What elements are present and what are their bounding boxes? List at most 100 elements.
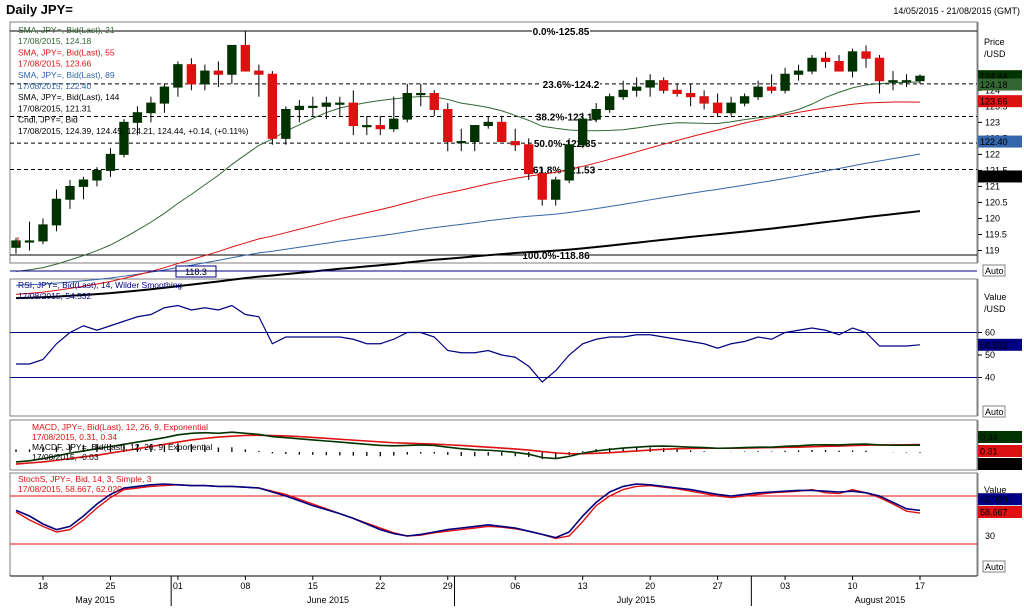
candle-body: [807, 57, 817, 72]
fib-label: 0.0%-125.85: [533, 27, 590, 38]
macd-legend-line: MACD, JPY=, Bid(Last), 12, 26, 9, Expone…: [32, 422, 208, 432]
candle-body: [362, 125, 372, 128]
price-legend-line: 17/08/2015, 124.18: [18, 36, 92, 46]
candle-body: [173, 64, 183, 88]
x-day-label: 06: [510, 581, 520, 591]
price-legend-line: SMA, JPY=, Bid(Last), 21: [18, 25, 115, 35]
candle-body: [524, 144, 534, 175]
candle-body: [874, 57, 885, 82]
candle-body: [200, 70, 210, 85]
macd-legend-line: MACDF, JPY=, Bid(Last), 12, 26, 9, Expon…: [32, 442, 212, 452]
price-legend-line: SMA, JPY=, Bid(Last), 144: [18, 92, 120, 102]
x-month-label: August 2015: [855, 595, 906, 605]
stoch-legend-line: StochS, JPY=, Bid, 14, 3, Simple, 3: [18, 474, 152, 484]
stoch-d-line: [15, 484, 921, 540]
price-tag: 122.40: [980, 137, 1008, 147]
candle-body: [672, 89, 682, 94]
macd-legend-line: 17/08/2015, -0.03: [32, 452, 99, 462]
candle-body: [564, 144, 574, 181]
candle-body: [537, 173, 547, 200]
x-day-label: 17: [915, 581, 925, 591]
price-legend-line: 17/08/2015, 124.39, 124.45, 124.21, 124.…: [18, 126, 249, 136]
candle-body: [483, 121, 493, 127]
candle-body: [726, 102, 736, 114]
candle-body: [308, 105, 318, 109]
candle-body: [591, 109, 601, 120]
candle-body: [416, 92, 426, 96]
stoch-k-tag: 62.020: [980, 495, 1008, 505]
candle-body: [321, 102, 332, 107]
x-day-label: 20: [645, 581, 655, 591]
macdf-tag: -0.03: [980, 460, 1001, 470]
price-tick-label: 122: [985, 149, 1000, 159]
candle-body: [604, 96, 615, 111]
candle-body: [834, 60, 844, 72]
x-day-label: 25: [105, 581, 115, 591]
price-tick-label: 119: [985, 246, 999, 256]
candle-body: [847, 51, 858, 72]
x-month-label: June 2015: [307, 595, 349, 605]
candle-body: [24, 240, 35, 243]
candle-body: [658, 80, 669, 91]
rsi-axis-unit: /USD: [984, 304, 1006, 314]
candle-body: [578, 118, 588, 146]
sma89-line: [15, 153, 921, 286]
candle-body: [753, 86, 763, 98]
chart-canvas[interactable]: 0.0%-125.8523.6%-124.238.2%-123.1850.0%-…: [0, 0, 1024, 608]
stoch-panel-frame: [9, 472, 978, 577]
stoch-tick-label: 30: [985, 531, 995, 541]
x-day-label: 15: [308, 581, 318, 591]
stoch-d-tag: 58.667: [980, 508, 1008, 518]
candle-body: [429, 92, 439, 111]
price-legend-line: 17/08/2015, 123.66: [18, 59, 92, 69]
candle-body: [780, 73, 790, 91]
price-tag: 123.66: [980, 97, 1008, 107]
x-day-label: 03: [780, 581, 790, 591]
candle-body: [456, 141, 466, 144]
price-legend-line: 17/08/2015, 121.31: [18, 103, 92, 113]
candle-body: [294, 105, 305, 111]
candle-body: [510, 141, 520, 146]
x-month-label: July 2015: [617, 595, 656, 605]
candle-body: [132, 112, 143, 123]
price-legend-line: 17/08/2015, 122.40: [18, 81, 92, 91]
candle-body: [443, 109, 453, 143]
candle-body: [901, 80, 912, 83]
macd-legend-line: 17/08/2015, 0.31, 0.34: [32, 432, 117, 442]
rsi-line: [16, 304, 921, 383]
stoch-k-line: [15, 483, 921, 539]
x-month-label: May 2015: [75, 595, 115, 605]
candle-body: [78, 179, 89, 187]
price-legend-line: SMA, JPY=, Bid(Last), 55: [18, 47, 115, 57]
price-axis-unit: /USD: [984, 49, 1006, 59]
candle-body: [186, 64, 197, 85]
candle-body: [497, 121, 507, 143]
x-day-label: 10: [848, 581, 858, 591]
x-day-label: 13: [578, 581, 588, 591]
low-marker-label: 118.3: [185, 267, 207, 277]
price-axis-title: Price: [984, 37, 1005, 47]
x-day-label: 29: [443, 581, 453, 591]
candle-body: [213, 70, 224, 75]
candle-body: [146, 102, 156, 114]
candle-body: [739, 96, 750, 104]
candle-body: [631, 86, 642, 91]
candle-body: [105, 153, 116, 171]
candle-body: [51, 198, 62, 226]
candle-body: [685, 92, 696, 98]
rsi-tick-label: 40: [985, 373, 995, 383]
fib-label: 23.6%-124.2: [543, 80, 600, 91]
candle-body: [820, 57, 831, 62]
price-tick-label: 120.5: [985, 197, 1008, 207]
candle-body: [888, 80, 898, 83]
candle-body: [551, 179, 561, 200]
stoch-legend-line: 17/08/2015, 58.667, 62.020: [18, 484, 122, 494]
candle-body: [254, 70, 264, 75]
candle-body: [861, 51, 871, 59]
rsi-tick-label: 50: [985, 350, 995, 360]
candle-body: [348, 102, 358, 127]
fib-label: 38.2%-123.18: [536, 113, 599, 124]
candle-body: [712, 102, 723, 114]
rsi-tick-label: 60: [985, 328, 995, 338]
price-legend-line: Cndl, JPY=, Bid: [18, 115, 78, 125]
